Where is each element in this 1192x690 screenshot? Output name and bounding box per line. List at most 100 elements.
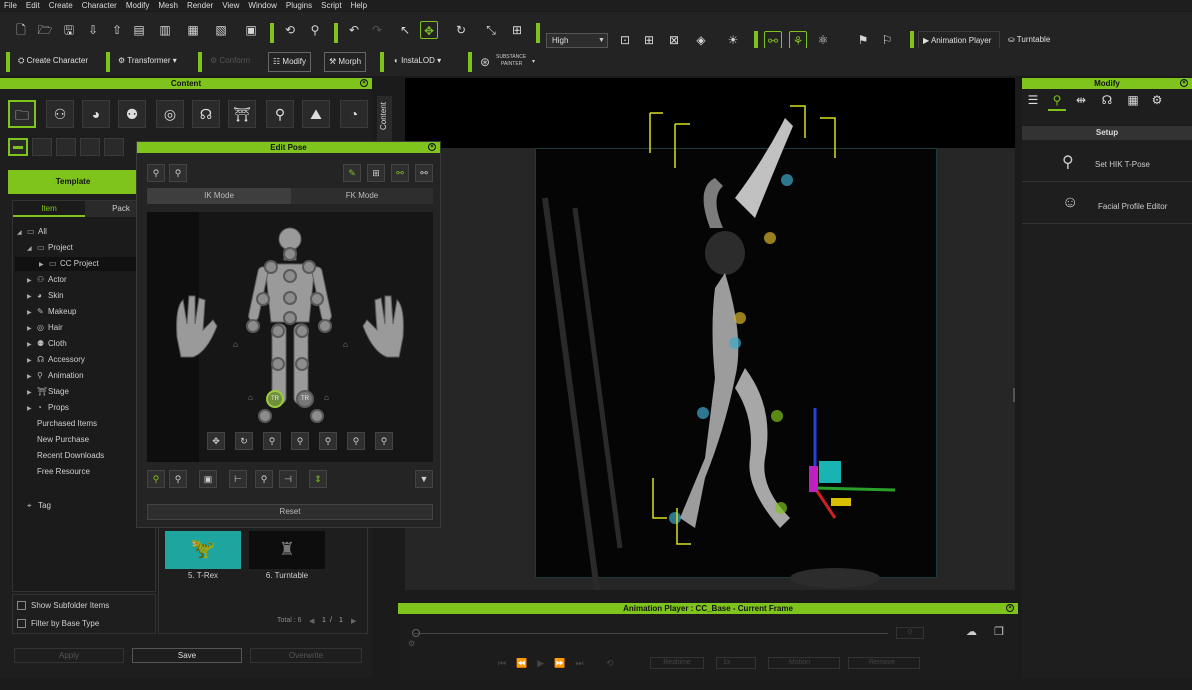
rotate-icon[interactable]: ↻ <box>452 21 470 39</box>
transformer-button[interactable]: ⚙ Transformer ▾ <box>114 52 181 72</box>
light-icon[interactable]: ☀ <box>724 31 742 49</box>
instalod-button[interactable]: ◐ InstaLOD ▾ <box>390 52 445 72</box>
menu-script[interactable]: Script <box>321 1 341 10</box>
pose-mirror-icon[interactable]: ⚲ <box>147 164 165 182</box>
facial-profile-button[interactable]: ☺ Facial Profile Editor <box>1022 184 1192 224</box>
menu-mesh[interactable]: Mesh <box>158 1 178 10</box>
new-file-icon[interactable]: 🗋 <box>12 21 30 39</box>
subfolder-tile-4[interactable] <box>104 138 124 156</box>
menu-render[interactable]: Render <box>187 1 213 10</box>
motion-pilot-icon[interactable]: ⚲ <box>1048 93 1066 111</box>
reposition-icon[interactable]: ⇕ <box>309 470 327 488</box>
grid-icon[interactable]: ⊞ <box>640 31 658 49</box>
tree-item-project[interactable]: ◢ ▭ Project <box>27 241 73 255</box>
pose-preset-icon[interactable]: ⚲ <box>263 432 281 450</box>
save-icon[interactable]: 🖫 <box>60 21 78 39</box>
marker-icon[interactable]: ⚑ <box>854 31 872 49</box>
tree-item-cc-project[interactable]: ▶ ▭ CC Project <box>15 257 137 271</box>
pin-icon[interactable]: ✎ <box>343 164 361 182</box>
menu-edit[interactable]: Edit <box>26 1 40 10</box>
subfolder-tile-1[interactable] <box>32 138 52 156</box>
tree-item-cloth[interactable]: ▶ ⚉ Cloth <box>27 337 67 351</box>
body-select-icon[interactable]: ⚲ <box>169 470 187 488</box>
snap-icon[interactable]: ⊞ <box>508 21 526 39</box>
pose-preset-icon[interactable]: ⚲ <box>375 432 393 450</box>
align-left-icon[interactable]: ⊢ <box>229 470 247 488</box>
tree-item-hair[interactable]: ▶ ◎ Hair <box>27 321 63 335</box>
close-icon[interactable]: × <box>360 79 368 87</box>
filter-base-checkbox[interactable]: Filter by Base Type <box>17 619 99 629</box>
timeline-handle[interactable] <box>412 629 420 637</box>
pose-copy-icon[interactable]: ⚲ <box>169 164 187 182</box>
ik-chain-icon[interactable]: ⚯ <box>391 164 409 182</box>
grid-toggle-icon[interactable]: ▣ <box>199 470 217 488</box>
animation-tile[interactable]: ⚲ <box>266 100 294 128</box>
overwrite-button[interactable]: Overwrite <box>250 648 362 663</box>
hair-tile[interactable]: ◎ <box>156 100 184 128</box>
camera-frame-icon[interactable]: ⊠ <box>665 31 683 49</box>
move-effector-icon[interactable]: ✥ <box>207 432 225 450</box>
ik-link-icon[interactable]: ⚯ <box>764 31 782 49</box>
realtime-select[interactable]: Realtime <box>650 657 704 669</box>
loop-icon[interactable]: ⟲ <box>606 658 614 669</box>
subfolder-tile-2[interactable] <box>56 138 76 156</box>
template-tab[interactable]: Template <box>8 170 138 194</box>
align-right-icon[interactable]: ⊣ <box>279 470 297 488</box>
sliders-icon[interactable]: ☰ <box>1024 93 1042 111</box>
show-subfolder-checkbox[interactable]: Show Subfolder Items <box>17 601 109 611</box>
mirror-pose-icon[interactable]: ⚲ <box>255 470 273 488</box>
ik-mode-tab[interactable]: IK Mode <box>147 188 291 204</box>
item-tab[interactable]: Item <box>13 201 85 217</box>
close-icon[interactable]: × <box>1006 604 1014 612</box>
folder-view-icon[interactable]: ▬ <box>8 138 28 156</box>
render-icon[interactable]: ▣ <box>242 21 260 39</box>
turntable-thumbnail[interactable]: ♜ <box>249 531 325 569</box>
spring-icon[interactable]: ⇹ <box>1072 93 1090 111</box>
next-page-icon[interactable]: ▶ <box>351 617 356 625</box>
fk-chain-icon[interactable]: ⚯ <box>415 164 433 182</box>
tree-item-purchased[interactable]: Purchased Items <box>27 417 97 431</box>
import-obj-icon[interactable]: ▥ <box>156 21 174 39</box>
move-icon[interactable]: ✥ <box>420 21 438 39</box>
window-icon[interactable]: ❐ <box>994 625 1004 638</box>
sync-icon[interactable]: ⟲ <box>281 21 299 39</box>
conform-button[interactable]: ⚙ Conform <box>206 52 254 72</box>
pose-preset-icon[interactable]: ⚲ <box>319 432 337 450</box>
frame-input[interactable]: 0 <box>896 627 924 639</box>
stage-tile[interactable]: ⛩ <box>228 100 256 128</box>
frame-icon[interactable]: ⊡ <box>616 31 634 49</box>
import-fbx-icon[interactable]: ▤ <box>130 21 148 39</box>
cloth-tile[interactable]: ⚉ <box>118 100 146 128</box>
chevron-down-icon[interactable]: ▼ <box>415 470 433 488</box>
menu-create[interactable]: Create <box>49 1 73 10</box>
viewport[interactable] <box>405 78 1015 590</box>
save-button[interactable]: Save <box>132 648 242 663</box>
close-icon[interactable]: × <box>1180 79 1188 87</box>
skin-tile[interactable]: ◕ <box>82 100 110 128</box>
tree-item-free[interactable]: Free Resource <box>27 465 90 479</box>
select-icon[interactable]: ↖ <box>396 21 414 39</box>
project-folder-tile[interactable]: 🗀 <box>8 100 36 128</box>
tree-item-all[interactable]: ◢ ▭ All <box>17 225 47 239</box>
set-hik-tpose-button[interactable]: ⚲ Set HIK T-Pose <box>1022 144 1192 182</box>
flag-icon[interactable]: ⚐ <box>878 31 896 49</box>
subfolder-tile-3[interactable] <box>80 138 100 156</box>
tree-item-actor[interactable]: ▶ ⚇ Actor <box>27 273 67 287</box>
physics-icon[interactable]: ⚙ <box>1148 93 1166 111</box>
tree-item-makeup[interactable]: ▶ ✎ Makeup <box>27 305 76 319</box>
cloud-icon[interactable]: ☁ <box>966 625 977 638</box>
create-character-button[interactable]: ⛭ Create Character <box>14 52 92 72</box>
menu-modify[interactable]: Modify <box>126 1 150 10</box>
bone-edit-icon[interactable]: ⚘ <box>789 31 807 49</box>
rotate-effector-icon[interactable]: ↻ <box>235 432 253 450</box>
pose-preset-icon[interactable]: ⚲ <box>291 432 309 450</box>
menu-file[interactable]: File <box>4 1 17 10</box>
close-icon[interactable]: × <box>428 143 436 151</box>
tree-item-skin[interactable]: ▶ ◕ Skin <box>27 289 64 303</box>
view-mode-icon[interactable]: ◈ <box>692 31 710 49</box>
speed-select[interactable]: 1x <box>716 657 756 669</box>
grid-select-icon[interactable]: ⊞ <box>367 164 385 182</box>
morph-icon[interactable]: ☊ <box>1098 93 1116 111</box>
import-icon[interactable]: ⇩ <box>84 21 102 39</box>
open-folder-icon[interactable]: 🗁 <box>36 21 54 39</box>
